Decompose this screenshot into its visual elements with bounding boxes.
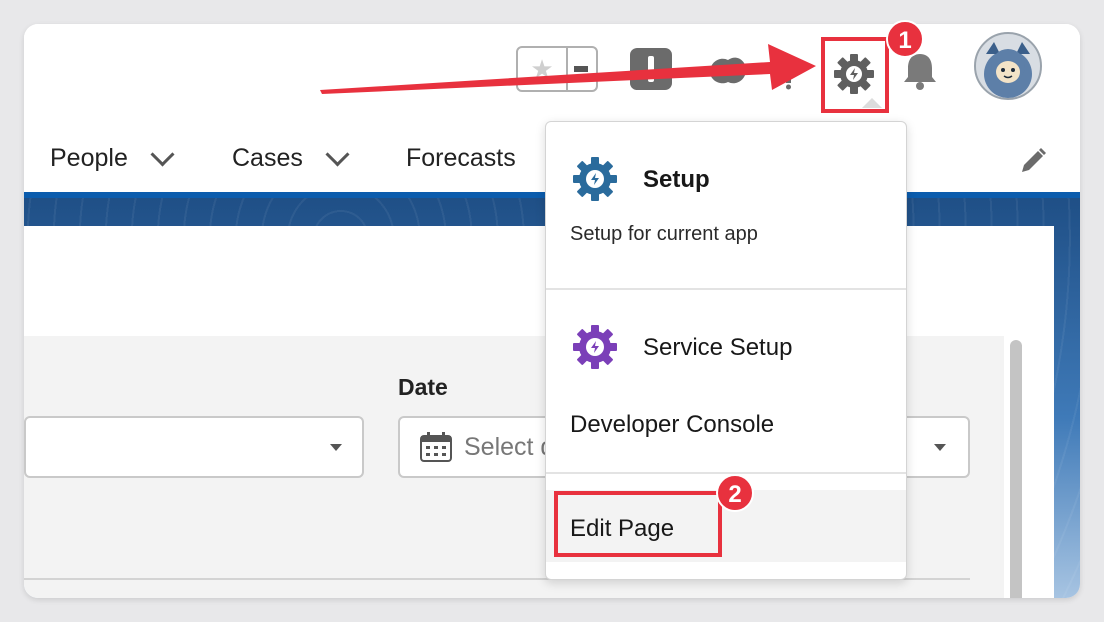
- scrollbar[interactable]: [1010, 340, 1022, 598]
- step-badge-1: 1: [886, 20, 924, 58]
- nav-item-people[interactable]: People: [50, 142, 175, 173]
- setup-subtitle: Setup for current app: [570, 223, 758, 245]
- nav-item-cases[interactable]: Cases: [232, 142, 350, 173]
- setup-gear-icon: [573, 157, 617, 201]
- favorites-menu-icon[interactable]: [574, 66, 588, 72]
- menu-divider: [546, 472, 906, 474]
- step-badge-2: 2: [716, 474, 754, 512]
- date-label: Date: [398, 374, 448, 400]
- menu-item-setup[interactable]: Setup: [643, 166, 710, 194]
- chevron-down-icon[interactable]: [325, 142, 350, 167]
- plus-icon[interactable]: [630, 48, 672, 90]
- astro-avatar-icon: [984, 42, 1032, 98]
- nav-item-forecasts[interactable]: Forecasts: [406, 144, 516, 173]
- user-avatar[interactable]: [974, 32, 1042, 100]
- help-icon[interactable]: [782, 68, 794, 90]
- menu-item-service-setup[interactable]: Service Setup: [643, 334, 792, 362]
- trailhead-icon[interactable]: [706, 52, 750, 88]
- nav-item-label: Cases: [232, 144, 303, 172]
- favorites-group[interactable]: ★: [516, 46, 598, 92]
- menu-item-developer-console[interactable]: Developer Console: [570, 411, 774, 439]
- pencil-icon[interactable]: [1018, 146, 1048, 176]
- highlight-box-setup-gear: [821, 37, 889, 113]
- dropdown-arrow-icon: [330, 444, 342, 451]
- dropdown-arrow-icon: [934, 444, 946, 451]
- filter-select[interactable]: [24, 416, 364, 478]
- nav-item-label: People: [50, 144, 128, 172]
- chevron-down-icon[interactable]: [150, 142, 175, 167]
- menu-divider: [546, 288, 906, 290]
- service-setup-gear-icon: [573, 325, 617, 369]
- calendar-icon[interactable]: [420, 432, 452, 462]
- star-icon[interactable]: ★: [518, 48, 568, 90]
- nav-item-label: Forecasts: [406, 144, 516, 172]
- highlight-box-edit-page: [554, 491, 722, 557]
